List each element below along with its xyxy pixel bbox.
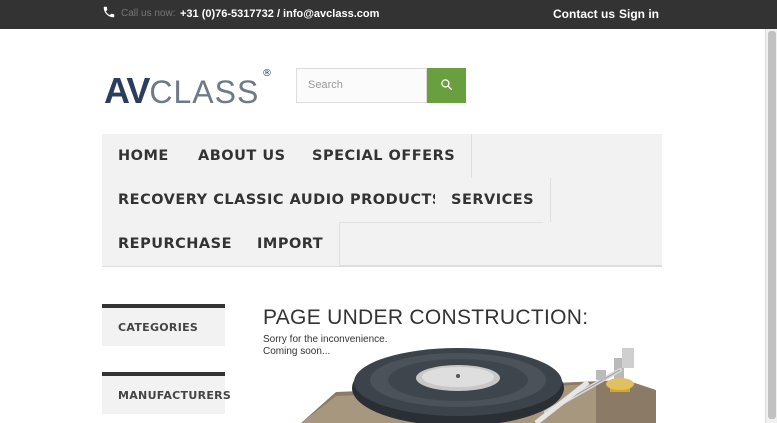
nav-item-recovery-classic-audio-products[interactable]: RECOVERY CLASSIC AUDIO PRODUCTS [102, 178, 460, 222]
registered-mark: ® [262, 68, 272, 79]
nav-item-special-offers[interactable]: SPECIAL OFFERS [296, 134, 473, 178]
search-button[interactable] [427, 68, 466, 103]
top-bar: Call us now: +31 (0)76-5317732 / info@av… [0, 0, 777, 29]
phone-icon [102, 5, 116, 23]
nav-item-services[interactable]: SERVICES [435, 178, 552, 222]
logo-class-text: CLASS [149, 74, 260, 110]
nav-item-repurchase[interactable]: REPURCHASE [102, 222, 249, 266]
contact-phone-email: +31 (0)76-5317732 / info@avclass.com [180, 8, 380, 20]
logo-av-text: AV [104, 70, 150, 111]
nav-item-home[interactable]: HOME [102, 134, 186, 178]
sidebar-categories[interactable]: CATEGORIES [102, 304, 225, 346]
nav-item-import[interactable]: IMPORT [241, 222, 341, 266]
scrollbar-thumb[interactable] [768, 31, 776, 419]
turntable-image [301, 348, 656, 423]
site-logo[interactable]: AVCLASS ® [104, 68, 272, 111]
sign-in-link[interactable]: Sign in [619, 7, 659, 21]
vertical-scrollbar[interactable] [765, 29, 777, 423]
contact-us-link[interactable]: Contact us [553, 7, 615, 21]
sidebar-manufacturers[interactable]: MANUFACTURERS [102, 372, 231, 414]
page-title: PAGE UNDER CONSTRUCTION: [263, 306, 589, 329]
call-us-label: Call us now: [121, 8, 176, 19]
main-navigation: HOME ABOUT US SPECIAL OFFERS RECOVERY CL… [102, 134, 662, 267]
search-icon [440, 76, 453, 95]
search-input[interactable]: Search [296, 68, 427, 103]
nav-item-about-us[interactable]: ABOUT US [182, 134, 303, 178]
